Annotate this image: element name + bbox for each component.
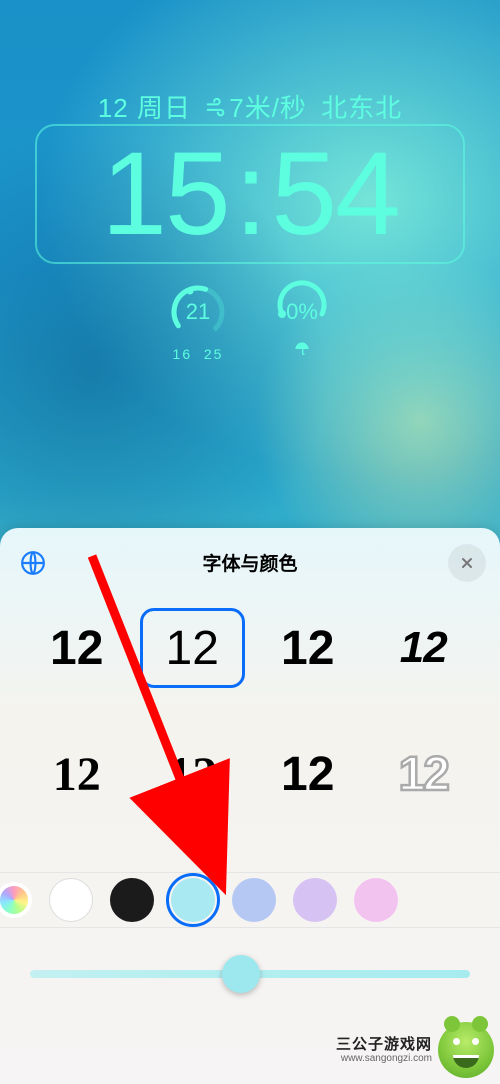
font-grid: 12 12 12 12 12 12 12 12 bbox=[14, 608, 486, 814]
font-option-7[interactable]: 12 bbox=[371, 734, 477, 814]
color-swatch-blue[interactable] bbox=[232, 878, 276, 922]
watermark-url: www.sangongzi.com bbox=[336, 1053, 432, 1065]
color-swatch-pink[interactable] bbox=[354, 878, 398, 922]
globe-icon bbox=[20, 550, 46, 576]
color-swatch-black[interactable] bbox=[110, 878, 154, 922]
lockscreen-clock[interactable]: 15:54 bbox=[35, 124, 465, 264]
wind-icon bbox=[205, 95, 227, 126]
color-picker-button[interactable] bbox=[0, 882, 32, 918]
wind-value: 7 bbox=[229, 93, 244, 123]
clock-time: 15:54 bbox=[101, 135, 398, 253]
close-icon bbox=[459, 555, 475, 571]
color-swatch-row bbox=[0, 872, 500, 928]
font-option-0[interactable]: 12 bbox=[24, 608, 130, 688]
panel-title: 字体与颜色 bbox=[202, 549, 297, 576]
date-day-number: 12 bbox=[98, 93, 129, 123]
watermark-name: 三公子游戏网 bbox=[336, 1036, 432, 1053]
font-option-1[interactable]: 12 bbox=[140, 608, 246, 688]
slider-thumb[interactable] bbox=[222, 955, 260, 993]
saturation-slider[interactable] bbox=[30, 954, 470, 994]
font-option-3[interactable]: 12 bbox=[371, 608, 477, 688]
font-option-4[interactable]: 12 bbox=[24, 734, 130, 814]
wind-direction: 北东北 bbox=[321, 93, 402, 123]
precipitation-value: 0% bbox=[270, 280, 334, 344]
temperature-widget[interactable]: 21 16 25 bbox=[166, 280, 230, 344]
font-option-2[interactable]: 12 bbox=[255, 608, 361, 688]
globe-button[interactable] bbox=[14, 544, 52, 582]
wind-unit: 米/秒 bbox=[245, 93, 307, 123]
temperature-current: 21 bbox=[166, 280, 230, 344]
clock-minutes: 54 bbox=[271, 128, 398, 260]
slider-track bbox=[30, 970, 470, 978]
close-button[interactable] bbox=[448, 544, 486, 582]
font-color-panel: 字体与颜色 12 12 12 12 12 12 12 12 三公子游戏网 www… bbox=[0, 528, 500, 1084]
font-option-5[interactable]: 12 bbox=[140, 734, 246, 814]
color-swatch-white[interactable] bbox=[49, 878, 93, 922]
watermark-logo-icon bbox=[438, 1022, 494, 1078]
lockscreen-date-weather[interactable]: 12 周日 7米/秒 北东北 bbox=[0, 88, 500, 126]
precipitation-widget[interactable]: 0% bbox=[270, 280, 334, 344]
watermark: 三公子游戏网 www.sangongzi.com bbox=[336, 1022, 494, 1078]
color-swatch-purple[interactable] bbox=[293, 878, 337, 922]
clock-hours: 15 bbox=[101, 128, 228, 260]
color-swatch-cyan[interactable] bbox=[171, 878, 215, 922]
umbrella-icon bbox=[270, 341, 334, 362]
lockscreen-widgets[interactable]: 21 16 25 0% bbox=[0, 280, 500, 344]
temperature-range: 16 25 bbox=[166, 346, 230, 362]
date-day-label: 周日 bbox=[137, 93, 191, 123]
font-option-6[interactable]: 12 bbox=[255, 734, 361, 814]
